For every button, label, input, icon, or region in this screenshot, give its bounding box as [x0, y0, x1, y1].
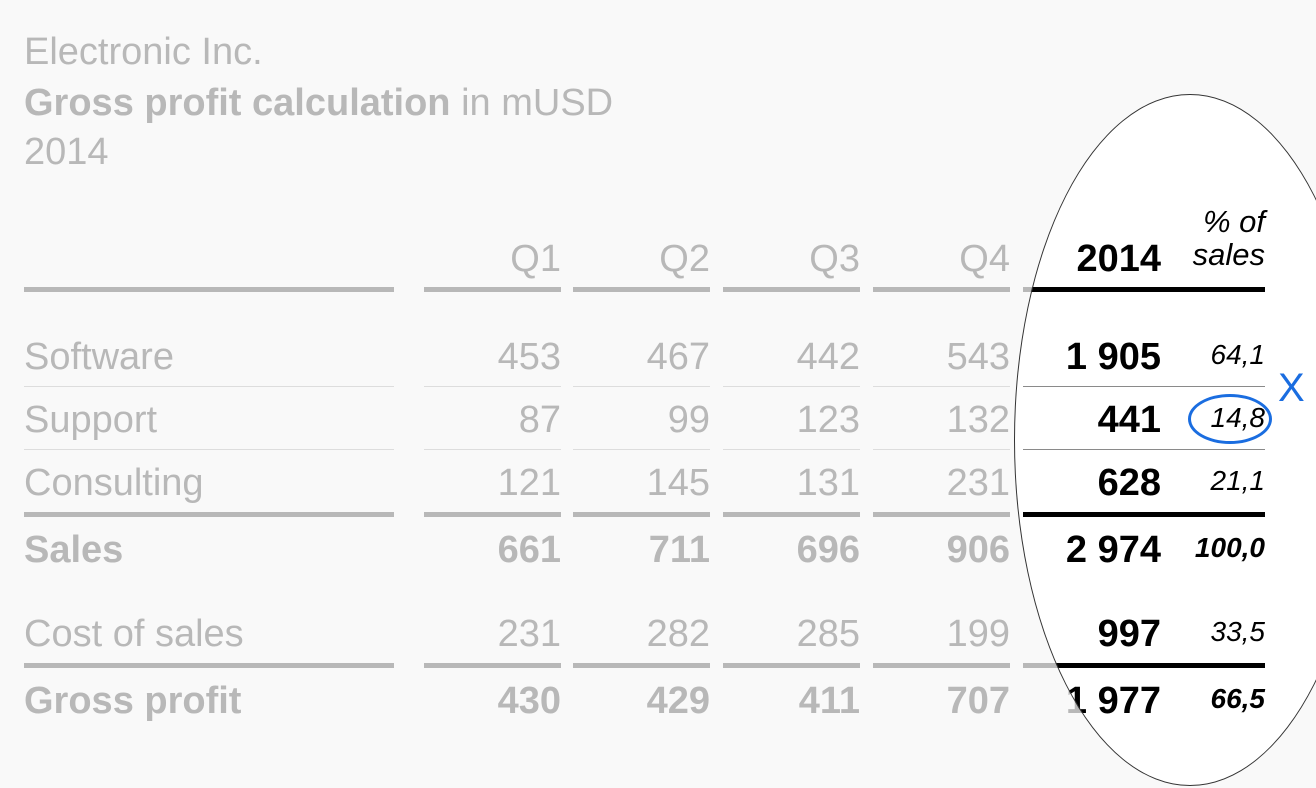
cell-q2: 282 — [646, 613, 710, 655]
subtotal-rule — [723, 663, 860, 668]
cell-q2: 711 — [648, 529, 710, 571]
header-rule — [424, 287, 561, 292]
cell-total: 2 974 — [1065, 529, 1161, 571]
cell-q1: 430 — [497, 680, 561, 722]
cell-q4: 231 — [946, 462, 1010, 504]
header-q2: Q2 — [659, 238, 710, 280]
subtotal-rule — [573, 663, 710, 668]
header-rule — [723, 287, 860, 292]
cell-q3: 131 — [796, 462, 860, 504]
row-separator — [723, 449, 860, 450]
row-separator — [723, 386, 860, 387]
subtotal-rule — [1023, 663, 1265, 668]
subtotal-rule — [723, 512, 860, 517]
company-name: Electronic Inc. — [24, 31, 263, 73]
subtotal-rule — [1023, 512, 1265, 517]
row-label: Gross profit — [24, 680, 242, 722]
row-label: Software — [24, 336, 174, 378]
row-separator — [873, 449, 1010, 450]
report-year: 2014 — [24, 131, 109, 173]
cell-pct: 33,5 — [1210, 616, 1266, 647]
cell-q4: 132 — [946, 399, 1010, 441]
cell-q4: 906 — [946, 529, 1010, 571]
header-q3: Q3 — [809, 238, 860, 280]
row-separator — [1023, 386, 1265, 387]
cell-q3: 442 — [796, 336, 860, 378]
cell-total: 628 — [1097, 462, 1161, 504]
header-rule — [873, 287, 1010, 292]
report-title: Gross profit calculation in mUSD — [24, 84, 613, 122]
x-mark-icon: X — [1278, 366, 1305, 410]
subtotal-rule — [573, 512, 710, 517]
cell-pct: 66,5 — [1210, 683, 1266, 714]
row-label: Consulting — [24, 462, 204, 504]
row-separator — [573, 449, 710, 450]
row-separator — [24, 386, 394, 387]
header-q1: Q1 — [510, 238, 561, 280]
row-separator — [424, 386, 561, 387]
cell-pct: 100,0 — [1194, 532, 1265, 563]
header-rule — [1023, 287, 1265, 292]
subtotal-rule — [24, 512, 394, 517]
header-pct-line2: sales — [1192, 236, 1265, 272]
cell-q3: 285 — [796, 613, 860, 655]
row-separator — [24, 449, 394, 450]
cell-total: 1 905 — [1065, 336, 1161, 378]
subtotal-rule — [424, 512, 561, 517]
row-separator — [424, 449, 561, 450]
header-pct-line1: % of — [1202, 204, 1265, 239]
cell-q1: 87 — [518, 399, 561, 441]
cell-q1: 121 — [497, 462, 561, 504]
row-separator — [1023, 449, 1265, 450]
header-rule — [573, 287, 710, 292]
subtotal-rule — [424, 663, 561, 668]
header-pct-of-sales: % of sales — [1170, 204, 1265, 272]
header-q4: Q4 — [959, 238, 1010, 280]
cell-q1: 661 — [497, 529, 561, 571]
cell-q3: 123 — [796, 399, 860, 441]
cell-q2: 99 — [667, 399, 710, 441]
row-label: Support — [24, 399, 158, 441]
header-rule — [24, 287, 394, 292]
highlight-circle — [1188, 394, 1272, 444]
row-label: Cost of sales — [24, 613, 244, 655]
cell-q2: 467 — [646, 336, 710, 378]
cell-q4: 199 — [946, 613, 1010, 655]
cell-q4: 707 — [946, 680, 1010, 722]
cell-q3: 411 — [798, 680, 860, 722]
cell-pct: 21,1 — [1210, 465, 1266, 496]
row-separator — [873, 386, 1010, 387]
subtotal-rule — [24, 663, 394, 668]
cell-q3: 696 — [796, 529, 860, 571]
cell-pct: 64,1 — [1210, 339, 1266, 370]
cell-q1: 231 — [497, 613, 561, 655]
cell-q1: 453 — [497, 336, 561, 378]
subtotal-rule — [873, 663, 1010, 668]
cell-total: 441 — [1097, 399, 1161, 441]
report-unit: in mUSD — [450, 82, 614, 124]
subtotal-rule — [873, 512, 1010, 517]
row-label: Sales — [24, 529, 124, 571]
cell-q4: 543 — [946, 336, 1010, 378]
cell-q2: 429 — [646, 680, 710, 722]
report-title-bold: Gross profit calculation — [24, 82, 451, 124]
row-separator — [573, 386, 710, 387]
cell-q2: 145 — [646, 462, 710, 504]
